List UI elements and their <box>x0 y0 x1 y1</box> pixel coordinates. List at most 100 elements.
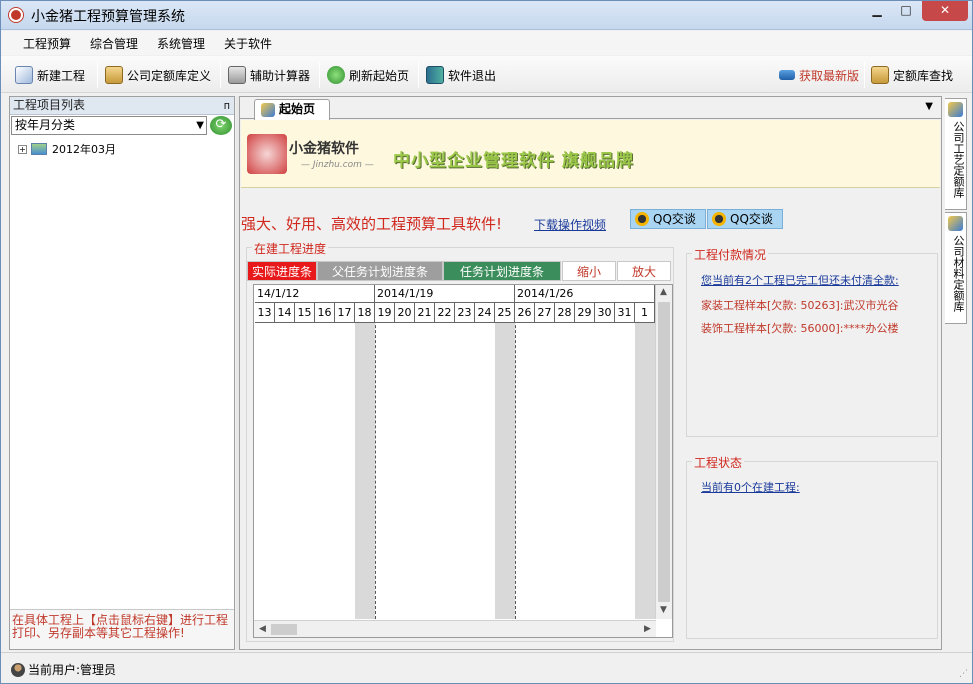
gantt-day-column <box>275 285 295 619</box>
unpaid-summary-link[interactable]: 您当前有2个工程已完工但还未付清全款: <box>701 272 899 288</box>
close-button[interactable]: ✕ <box>922 1 968 21</box>
tab-home[interactable]: 起始页 <box>254 99 330 120</box>
tab-home-label: 起始页 <box>279 102 316 116</box>
operation-tip: 在具体工程上【点击鼠标右键】进行工程打印、另存副本等其它工程操作! <box>10 609 234 649</box>
project-progress-group: 在建工程进度 实际进度条 父任务计划进度条 任务计划进度条 缩小 放大 13 14… <box>246 240 674 642</box>
banner-slogan: 中小型企业管理软件 旗舰品牌 <box>393 151 634 171</box>
toolbar-separator <box>97 62 98 88</box>
gantt-day-label: 13 <box>255 303 275 323</box>
unpaid-project-item[interactable]: 装饰工程样本[欠款: 56000]:****办公楼 <box>701 320 898 336</box>
expand-icon[interactable]: + <box>18 144 27 154</box>
qq-chat-label: QQ交谈 <box>730 212 773 226</box>
gantt-day-label: 15 <box>295 303 315 323</box>
gantt-day-column <box>535 285 555 619</box>
download-video-link[interactable]: 下载操作视频 <box>534 216 606 233</box>
get-latest-label: 获取最新版 <box>799 68 860 83</box>
gantt-day-label: 24 <box>475 303 495 323</box>
zoom-out-button[interactable]: 缩小 <box>562 261 616 281</box>
user-icon <box>11 662 25 677</box>
tab-company-material-quota[interactable]: 公司材料定额库 <box>945 212 967 324</box>
gantt-day-column <box>375 285 395 619</box>
maximize-button[interactable]: □ <box>892 1 920 21</box>
task-plan-button[interactable]: 任务计划进度条 <box>443 261 561 281</box>
tab-dropdown-icon[interactable]: ▼ <box>925 101 933 112</box>
right-dock-bar: 公司工艺定额库 公司材料定额库 <box>945 96 968 650</box>
gantt-day-column <box>255 285 275 619</box>
scroll-left-icon[interactable]: ◀ <box>259 624 266 634</box>
parent-plan-button[interactable]: 父任务计划进度条 <box>317 261 443 281</box>
qq-chat-button[interactable]: QQ交谈 <box>707 209 783 229</box>
category-select[interactable]: 按年月分类 ▼ <box>11 116 207 135</box>
toolbar-separator <box>220 62 221 88</box>
horizontal-scrollbar[interactable]: ◀ ▶ <box>254 620 656 637</box>
gantt-day-label: 22 <box>435 303 455 323</box>
gantt-day-column <box>455 285 475 619</box>
minimize-button[interactable]: ▁ <box>863 1 891 21</box>
toolbar-separator <box>319 62 320 88</box>
gantt-day-label: 17 <box>335 303 355 323</box>
gantt-day-label: 23 <box>455 303 475 323</box>
tab-company-process-quota[interactable]: 公司工艺定额库 <box>945 98 967 210</box>
progress-title: 在建工程进度 <box>252 240 329 257</box>
scroll-thumb[interactable] <box>658 302 670 602</box>
gantt-day-column <box>635 285 655 619</box>
gantt-day-column <box>315 285 335 619</box>
logo-subtitle: — Jinzhu.com — <box>301 160 374 170</box>
calculator-button[interactable]: 辅助计算器 <box>228 64 310 86</box>
gantt-chart[interactable]: 13 14 15 16 17 18 19 20 21 22 23 24 25 26 27 28 29 30 31 1 1… <box>253 284 673 638</box>
tree-item[interactable]: + 2012年03月 <box>18 141 116 157</box>
pig-logo <box>247 134 287 174</box>
exit-button[interactable]: 软件退出 <box>426 64 496 86</box>
calculator-icon <box>228 66 246 84</box>
vertical-scrollbar[interactable]: ▲ ▼ <box>655 285 672 619</box>
gantt-week-label: 14/1/12 <box>255 285 375 303</box>
tree-item-label: 2012年03月 <box>52 143 116 156</box>
toolbar-separator <box>864 62 865 88</box>
panel-header: 工程项目列表 ᴨ <box>10 97 234 115</box>
menu-item-budget[interactable]: 工程预算 <box>23 35 71 52</box>
project-list-panel: 工程项目列表 ᴨ 按年月分类 ▼ ⟳ + 2012年03月 在具体工程上【点击鼠… <box>9 96 235 650</box>
scroll-right-icon[interactable]: ▶ <box>644 624 651 634</box>
payment-title: 工程付款情况 <box>692 246 769 263</box>
project-status-group: 工程状态 当前有0个在建工程: <box>686 454 938 639</box>
gantt-day-label: 31 <box>615 303 635 323</box>
pin-icon[interactable]: ᴨ <box>224 97 230 114</box>
gantt-day-column <box>335 285 355 619</box>
window-title: 小金猪工程预算管理系统 <box>31 9 185 25</box>
calculator-label: 辅助计算器 <box>250 68 311 83</box>
scroll-up-icon[interactable]: ▲ <box>660 287 667 297</box>
qq-penguin-icon <box>635 212 649 226</box>
zoom-in-button[interactable]: 放大 <box>617 261 671 281</box>
main-panel: 起始页 ▼ 小金猪软件 — Jinzhu.com — 中小型企业管理软件 旗舰品… <box>239 96 942 650</box>
status-title: 工程状态 <box>692 454 745 471</box>
menu-item-general[interactable]: 综合管理 <box>90 35 138 52</box>
gantt-day-column <box>575 285 595 619</box>
logo-text: 小金猪软件 <box>289 141 359 157</box>
gantt-day-column <box>475 285 495 619</box>
scroll-down-icon[interactable]: ▼ <box>660 605 667 615</box>
gantt-day-label: 14 <box>275 303 295 323</box>
actual-progress-button[interactable]: 实际进度条 <box>247 261 317 281</box>
get-latest-button[interactable]: 获取最新版 <box>779 64 859 86</box>
quota-search-label: 定额库查找 <box>893 68 954 83</box>
gantt-day-label: 16 <box>315 303 335 323</box>
refresh-home-button[interactable]: 刷新起始页 <box>327 64 409 86</box>
menu-item-about[interactable]: 关于软件 <box>224 35 272 52</box>
resize-grip-icon[interactable]: ⋰ <box>959 669 968 679</box>
gantt-day-label: 30 <box>595 303 615 323</box>
qq-chat-button[interactable]: QQ交谈 <box>630 209 706 229</box>
scroll-thumb[interactable] <box>271 624 297 635</box>
unpaid-project-item[interactable]: 家装工程样本[欠款: 50263]:武汉市光谷 <box>701 297 898 313</box>
status-bar: 当前用户:管理员 ⋰ <box>1 652 972 683</box>
company-quota-button[interactable]: 公司定额库定义 <box>105 64 211 86</box>
menu-item-system[interactable]: 系统管理 <box>157 35 205 52</box>
active-projects-link[interactable]: 当前有0个在建工程: <box>701 479 800 495</box>
tab-bar: 起始页 ▼ <box>240 97 941 120</box>
qq-chat-label: QQ交谈 <box>653 212 696 226</box>
new-project-button[interactable]: 新建工程 <box>15 64 85 86</box>
quota-search-button[interactable]: 定额库查找 <box>871 64 953 86</box>
gantt-day-label: 28 <box>555 303 575 323</box>
gantt-week-label: 2014/1/19 <box>375 285 515 303</box>
refresh-list-button[interactable]: ⟳ <box>210 116 232 135</box>
panel-title: 工程项目列表 <box>13 98 86 112</box>
